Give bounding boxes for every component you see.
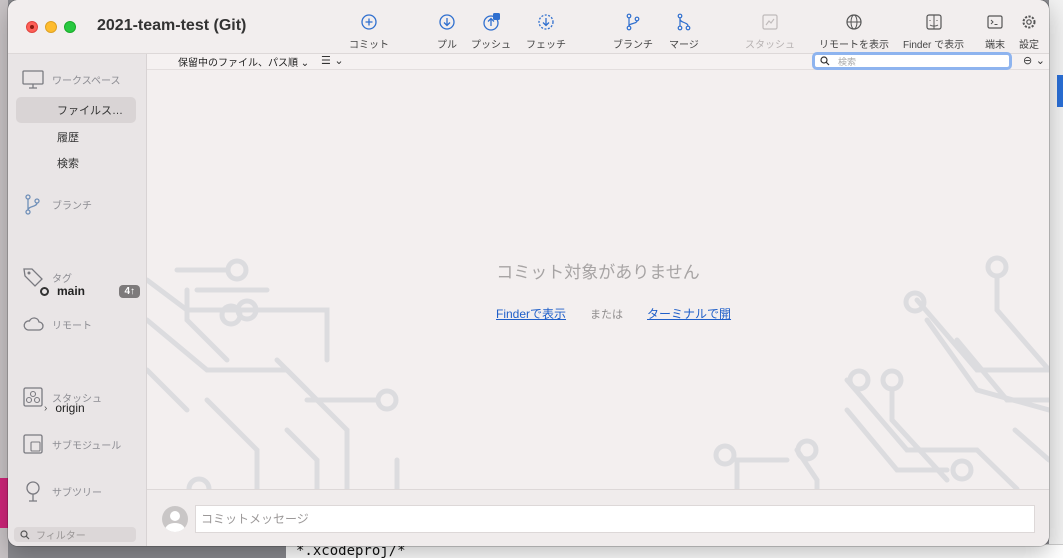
desktop-wallpaper-fragment (0, 478, 8, 528)
stash-icon (760, 12, 780, 32)
desktop-edge-left (0, 0, 8, 558)
tags-heading: タグ (52, 273, 72, 285)
sidebar-section-subtrees[interactable]: サブツリー (22, 480, 102, 502)
sidebar-item-history[interactable]: 履歴 (16, 124, 136, 150)
sidebar-item-label: 履歴 (57, 132, 79, 144)
or-text: または (590, 309, 624, 321)
search-icon (820, 56, 830, 66)
merge-icon (674, 12, 694, 32)
zoom-window-button[interactable] (64, 21, 76, 33)
avatar (162, 506, 188, 532)
stashes-heading: スタッシュ (52, 393, 102, 405)
submodules-heading: サブモジュール (52, 440, 122, 452)
settings-button[interactable]: 設定 (1019, 12, 1039, 51)
subtree-icon (26, 481, 40, 502)
commit-message-area: コミットメッセージ (147, 489, 1049, 546)
chevron-down-icon: ⌄ (330, 54, 344, 67)
branch-button[interactable]: ブランチ (613, 12, 653, 51)
terminal-label: 端末 (985, 40, 1005, 51)
open-in-terminal-link[interactable]: ターミナルで開 (647, 305, 731, 322)
ellipsis-circle-icon: ⊖ (1023, 54, 1033, 67)
file-filter-bar: 保留中のファイル、パス順 ⌄ ☰ ⌄ 検索 ⊖ ⌄ (147, 52, 1049, 70)
merge-label: マージ (669, 40, 699, 51)
merge-button[interactable]: マージ (669, 12, 699, 51)
sidebar-item-label: 検索 (57, 158, 79, 170)
remotes-heading: リモート (52, 320, 92, 332)
pull-arrow-icon (437, 12, 457, 32)
stash-label: スタッシュ (745, 40, 795, 51)
fetch-label: フェッチ (526, 40, 566, 51)
file-status-pane: コミット対象がありません Finderで表示 または ターミナルで開 (147, 70, 1049, 489)
show-remote-label: リモートを表示 (819, 40, 889, 51)
globe-icon (844, 12, 864, 32)
sidebar-item-file-status[interactable]: ファイルス… (16, 97, 136, 123)
sidebar-section-workspace: ワークスペース (22, 68, 121, 90)
more-options-button[interactable]: ⊖ ⌄ (1023, 54, 1045, 67)
show-remote-button[interactable]: リモートを表示 (819, 12, 889, 51)
subtrees-heading: サブツリー (52, 487, 102, 499)
titlebar: 2021-team-test (Git) コミット プル プッシュ フェッチ ブ… (8, 0, 1049, 54)
list-icon: ☰ (321, 54, 331, 67)
sourcetree-window: 2021-team-test (Git) コミット プル プッシュ フェッチ ブ… (8, 0, 1049, 546)
sidebar-section-submodules[interactable]: サブモジュール (22, 433, 121, 455)
commit-label: コミット (349, 40, 389, 51)
pull-label: プル (437, 40, 457, 51)
sidebar-item-search[interactable]: 検索 (16, 150, 136, 176)
file-sort-label: 保留中のファイル、パス順 (178, 58, 298, 69)
push-label: プッシュ (471, 40, 511, 51)
close-window-button[interactable] (26, 21, 38, 33)
pull-button[interactable]: プル (437, 12, 457, 51)
chevron-down-icon: ⌄ (1032, 54, 1045, 67)
branch-icon (25, 194, 40, 215)
sidebar-section-stashes[interactable]: スタッシュ (22, 386, 102, 408)
workspace-heading: ワークスペース (52, 75, 121, 87)
search-input[interactable]: 検索 (812, 52, 1012, 70)
file-sort-dropdown[interactable]: 保留中のファイル、パス順 ⌄ (178, 54, 309, 69)
filter-placeholder: フィルター (36, 531, 86, 542)
submodule-icon (23, 434, 43, 454)
gear-icon (1019, 12, 1039, 32)
show-in-finder-button[interactable]: Finder で表示 (903, 12, 964, 51)
background-editor-text: *.xcodeproj/* (296, 544, 406, 558)
terminal-button[interactable]: 端末 (985, 12, 1005, 51)
background-editor-window: *.xcodeproj/* (286, 544, 1063, 558)
stash-icon (23, 387, 43, 407)
cloud-icon (23, 317, 44, 331)
window-title: 2021-team-test (Git) (97, 17, 247, 34)
settings-label: 設定 (1019, 40, 1039, 51)
chevron-down-icon: ⌄ (300, 58, 310, 69)
stash-button[interactable]: スタッシュ (745, 12, 795, 51)
search-icon (20, 529, 30, 539)
branch-icon (623, 12, 643, 32)
sidebar-section-tags[interactable]: タグ (22, 266, 72, 288)
monitor-icon (22, 70, 44, 89)
sidebar: ワークスペース ファイルス… 履歴 検索 ブランチ main 4↑ タグ リモー… (8, 54, 147, 546)
sidebar-filter-input[interactable]: フィルター (14, 527, 136, 542)
fetch-button[interactable]: フェッチ (526, 12, 566, 51)
branches-heading: ブランチ (52, 200, 92, 212)
commit-button[interactable]: コミット (349, 12, 389, 51)
push-button[interactable]: プッシュ (471, 12, 511, 51)
sidebar-section-branches[interactable]: ブランチ (22, 193, 92, 215)
empty-state-message: コミット対象がありません (496, 263, 700, 282)
show-in-finder-label: Finder で表示 (903, 40, 965, 51)
tag-icon (23, 268, 43, 287)
finder-icon (924, 12, 944, 32)
search-placeholder: 検索 (838, 56, 857, 67)
empty-state-actions: Finderで表示 または ターミナルで開 (496, 305, 731, 322)
sidebar-section-remotes[interactable]: リモート (22, 313, 92, 335)
show-in-finder-link[interactable]: Finderで表示 (496, 305, 566, 322)
terminal-icon (985, 12, 1005, 32)
commit-message-input[interactable]: コミットメッセージ (195, 505, 1035, 533)
minimize-window-button[interactable] (45, 21, 57, 33)
sidebar-item-label: ファイルス… (57, 105, 123, 117)
background-window-button (1057, 75, 1063, 107)
push-arrow-icon (481, 12, 501, 32)
branch-label: ブランチ (613, 40, 653, 51)
commit-plus-icon (359, 12, 379, 32)
commit-message-placeholder: コミットメッセージ (201, 512, 309, 526)
list-mode-dropdown[interactable]: ☰ ⌄ (321, 54, 344, 67)
fetch-icon (536, 12, 556, 32)
ahead-count-badge: 4↑ (119, 284, 140, 298)
